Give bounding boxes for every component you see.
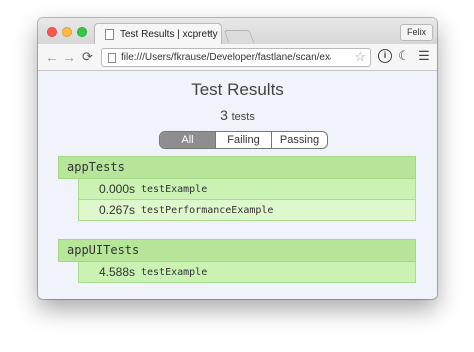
arrow-left-icon[interactable]: ← (45, 48, 59, 66)
test-duration: 4.588s (98, 265, 135, 279)
result-filter: All Failing Passing (159, 131, 328, 149)
test-row[interactable]: 4.588s testExample (78, 262, 416, 283)
reload-icon[interactable]: ⟳ (82, 48, 93, 66)
test-duration: 0.000s (98, 182, 135, 196)
page-content: Test Results 3 tests All Failing Passing… (38, 72, 437, 299)
test-name: testPerformanceExample (141, 204, 274, 216)
title-bar: Test Results | xcpretty × Felix (38, 18, 437, 45)
page-title: Test Results (191, 80, 284, 99)
test-row[interactable]: 0.000s testExample (78, 179, 416, 200)
test-row[interactable]: 0.267s testPerformanceExample (78, 200, 416, 221)
test-count: 3 tests (38, 107, 437, 123)
info-icon[interactable]: i (378, 49, 392, 63)
tab-title: Test Results | xcpretty (120, 29, 218, 40)
page-icon (105, 29, 114, 40)
test-name: testExample (141, 266, 208, 278)
close-window-button[interactable] (47, 27, 57, 37)
test-name: testExample (141, 183, 208, 195)
address-bar[interactable]: file:///Users/fkrause/Developer/fastlane… (101, 48, 371, 67)
browser-tab[interactable]: Test Results | xcpretty × (94, 23, 222, 45)
arrow-right-icon[interactable]: → (62, 48, 76, 66)
filter-all-button[interactable]: All (160, 132, 216, 148)
filter-passing-button[interactable]: Passing (272, 132, 327, 148)
suite-header[interactable]: appTests (58, 156, 416, 179)
suite-header[interactable]: appUITests (58, 239, 416, 262)
zoom-window-button[interactable] (77, 27, 87, 37)
filter-failing-button[interactable]: Failing (216, 132, 272, 148)
minimize-window-button[interactable] (62, 27, 72, 37)
test-duration: 0.267s (98, 203, 135, 217)
test-count-number: 3 (220, 107, 228, 123)
hamburger-menu-icon[interactable]: ☰ (417, 49, 431, 63)
profile-button[interactable]: Felix (399, 24, 433, 41)
star-icon[interactable]: ☆ (354, 49, 366, 65)
tab-close-icon[interactable]: × (207, 28, 213, 39)
moon-icon[interactable]: ☾ (397, 49, 411, 63)
test-count-unit: tests (231, 111, 255, 123)
test-suite: appUITests 4.588s testExample (58, 239, 416, 283)
browser-window: Test Results | xcpretty × Felix ← → ⟳ fi… (38, 18, 437, 299)
test-suite: appTests 0.000s testExample 0.267s testP… (58, 156, 416, 221)
browser-toolbar: ← → ⟳ file:///Users/fkrause/Developer/fa… (38, 44, 437, 71)
new-tab-button[interactable] (223, 30, 255, 43)
page-icon (108, 52, 116, 63)
url-text[interactable]: file:///Users/fkrause/Developer/fastlane… (121, 52, 331, 63)
